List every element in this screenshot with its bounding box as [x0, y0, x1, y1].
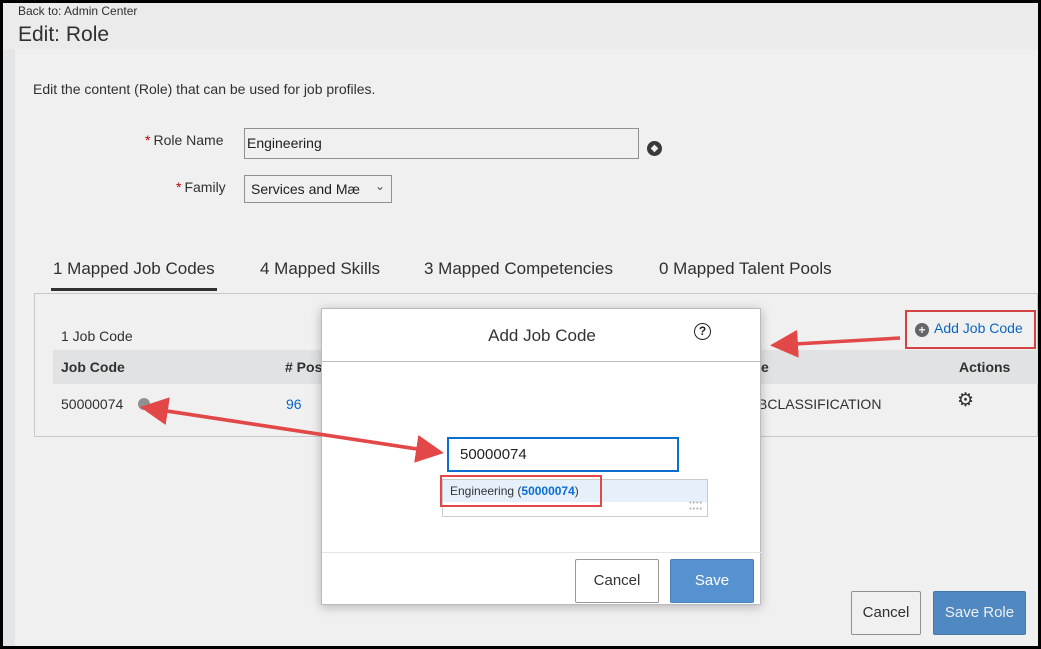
app-window: Back to: Admin Center Edit: Role Edit th… [3, 3, 1038, 646]
dialog-divider [322, 361, 762, 362]
help-icon[interactable]: ? [694, 323, 711, 340]
annotation-highlight-box [440, 475, 602, 507]
dialog-footer-divider [322, 552, 762, 553]
resize-grip-icon[interactable]: •••• •••• [689, 500, 703, 513]
add-job-code-dialog: Add Job Code ? 50000074 Engineering (500… [321, 308, 762, 605]
job-code-search-input[interactable]: 50000074 [447, 437, 679, 472]
dialog-save-button[interactable]: Save [670, 559, 754, 603]
dialog-cancel-button[interactable]: Cancel [575, 559, 659, 603]
